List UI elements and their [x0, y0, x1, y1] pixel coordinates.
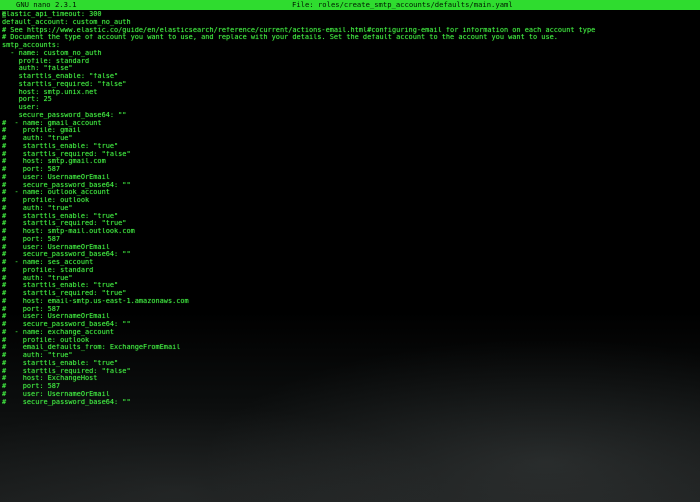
editor-line[interactable]: smtp_accounts:	[2, 42, 698, 50]
editor-line[interactable]: host: smtp.unix.net	[2, 89, 698, 97]
editor-line[interactable]: # starttls_required: "false"	[2, 151, 698, 159]
editor-line[interactable]: # secure_password_base64: ""	[2, 251, 698, 259]
editor-line[interactable]: # user: UsernameOrEmail	[2, 244, 698, 252]
editor-line[interactable]: # starttls_enable: "true"	[2, 213, 698, 221]
editor-line[interactable]: user:	[2, 104, 698, 112]
editor-line[interactable]: # starttls_enable: "true"	[2, 282, 698, 290]
editor-line[interactable]: # email_defaults_from: ExchangeFromEmail	[2, 344, 698, 352]
editor-line[interactable]: # profile: gmail	[2, 127, 698, 135]
editor-line[interactable]: # profile: outlook	[2, 337, 698, 345]
editor-line[interactable]: # secure_password_base64: ""	[2, 182, 698, 190]
editor-line[interactable]: # auth: "true"	[2, 352, 698, 360]
editor-line[interactable]: # starttls_enable: "true"	[2, 143, 698, 151]
editor-line[interactable]: # secure_password_base64: ""	[2, 399, 698, 407]
terminal-screen: GNU nano 2.3.1 File: roles/create_smtp_a…	[0, 0, 700, 502]
editor-line[interactable]: # port: 587	[2, 166, 698, 174]
editor-line[interactable]: # port: 587	[2, 236, 698, 244]
editor-line[interactable]: starttls_required: "false"	[2, 81, 698, 89]
text-cursor	[2, 11, 6, 18]
editor-line[interactable]: # See https://www.elastic.co/guide/en/el…	[2, 27, 698, 35]
editor-line[interactable]: secure_password_base64: ""	[2, 112, 698, 120]
editor-line[interactable]: # - name: outlook_account	[2, 189, 698, 197]
editor-line[interactable]: starttls_enable: "false"	[2, 73, 698, 81]
editor-line[interactable]: # starttls_required: "true"	[2, 290, 698, 298]
editor-line[interactable]: elastic_api_timeout: 300	[2, 11, 698, 19]
editor-line[interactable]: # auth: "true"	[2, 135, 698, 143]
editor-line[interactable]: # host: ExchangeHost	[2, 375, 698, 383]
editor-line[interactable]: # starttls_required: "false"	[2, 368, 698, 376]
editor-line[interactable]: auth: "false"	[2, 65, 698, 73]
editor-line[interactable]: # user: UsernameOrEmail	[2, 174, 698, 182]
editor-line[interactable]: # host: smtp-mail.outlook.com	[2, 228, 698, 236]
file-path-title: File: roles/create_smtp_accounts/default…	[292, 0, 513, 9]
editor-line[interactable]: # - name: gmail_account	[2, 120, 698, 128]
editor-line[interactable]: # host: smtp.gmail.com	[2, 158, 698, 166]
editor-line[interactable]: # profile: outlook	[2, 197, 698, 205]
editor-line[interactable]: # auth: "true"	[2, 275, 698, 283]
editor-line[interactable]: # profile: standard	[2, 267, 698, 275]
editor-line[interactable]: # starttls_required: "true"	[2, 220, 698, 228]
editor-line[interactable]: # host: email-smtp.us-east-1.amazonaws.c…	[2, 298, 698, 306]
editor-line[interactable]: # - name: ses_account	[2, 259, 698, 267]
nano-title-bar: GNU nano 2.3.1 File: roles/create_smtp_a…	[0, 0, 700, 10]
editor-line[interactable]: # user: UsernameOrEmail	[2, 391, 698, 399]
editor-line[interactable]: # user: UsernameOrEmail	[2, 313, 698, 321]
editor-line[interactable]: default_account: custom_no_auth	[2, 19, 698, 27]
editor-line[interactable]: # port: 587	[2, 383, 698, 391]
editor-line[interactable]: # - name: exchange_account	[2, 329, 698, 337]
editor-line[interactable]: # starttls_enable: "true"	[2, 360, 698, 368]
editor-line[interactable]: - name: custom_no_auth	[2, 50, 698, 58]
editor-line[interactable]: # Document the type of account you want …	[2, 34, 698, 42]
editor-line[interactable]: # auth: "true"	[2, 205, 698, 213]
editor-line[interactable]: port: 25	[2, 96, 698, 104]
editor-line[interactable]: profile: standard	[2, 58, 698, 66]
editor-line[interactable]: # port: 587	[2, 306, 698, 314]
app-version-label: GNU nano 2.3.1	[16, 0, 77, 9]
editor-line[interactable]: # secure_password_base64: ""	[2, 321, 698, 329]
text-editor-area[interactable]: elastic_api_timeout: 300 default_account:…	[2, 11, 698, 497]
